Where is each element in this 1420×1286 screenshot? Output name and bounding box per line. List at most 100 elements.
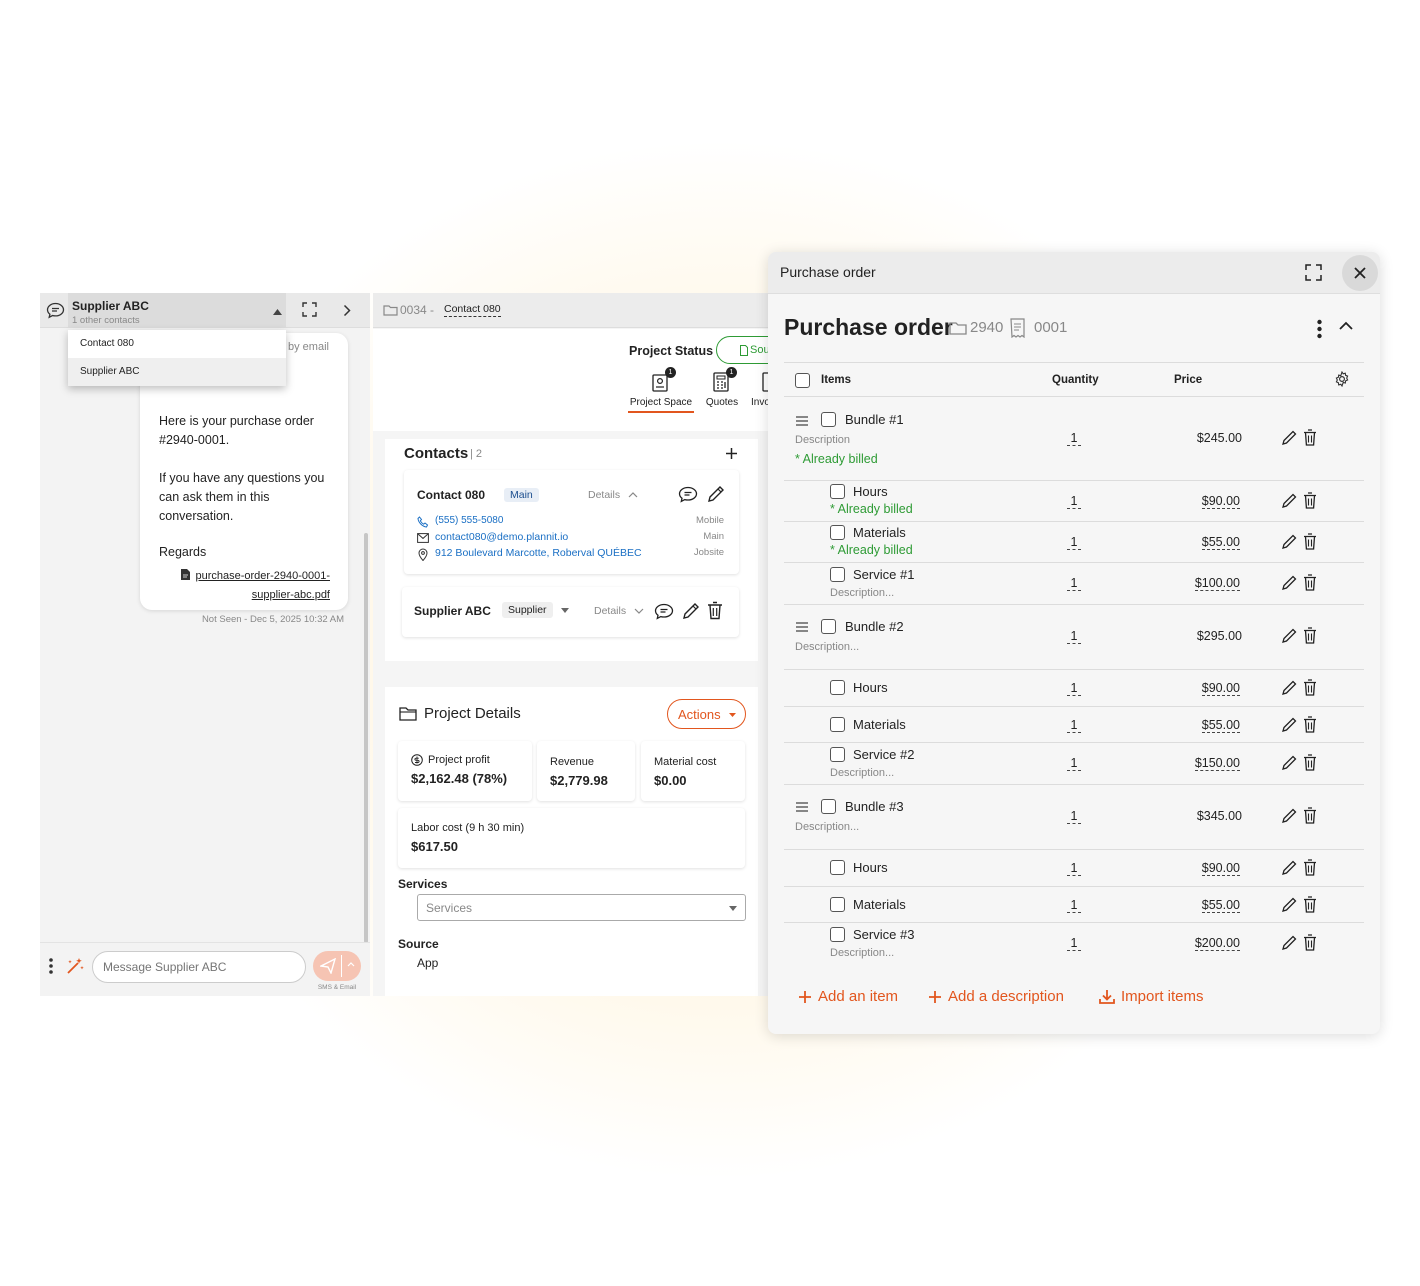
trash-icon[interactable] [1303,807,1317,824]
item-quantity[interactable]: 1 [1067,576,1081,591]
row-checkbox[interactable] [821,412,836,427]
chat-icon[interactable] [654,603,674,620]
item-name[interactable]: Bundle #1 [845,412,904,427]
item-quantity[interactable]: 1 [1067,718,1081,733]
row-checkbox[interactable] [830,680,845,695]
item-name[interactable]: Service #3 [853,927,914,942]
item-price[interactable]: $90.00 [1160,861,1240,876]
chat-scrollbar[interactable] [364,533,368,943]
nav-quotes[interactable]: 1 Quotes [701,367,743,413]
item-price[interactable]: $150.00 [1160,756,1240,771]
item-quantity[interactable]: 1 [1067,494,1081,509]
contact-details-toggle[interactable]: Details [588,489,620,501]
actions-button[interactable]: Actions [667,699,746,729]
po-project-number[interactable]: 2940 [970,319,1003,336]
trash-icon[interactable] [1303,429,1317,446]
gear-icon[interactable] [1334,371,1350,387]
item-price[interactable]: $200.00 [1160,936,1240,951]
item-quantity[interactable]: 1 [1067,861,1081,876]
item-name[interactable]: Hours [853,860,888,875]
chevron-up-icon[interactable] [1339,321,1353,330]
attachment-link[interactable]: purchase-order-2940-0001-supplier-abc.pd… [194,567,330,605]
row-checkbox[interactable] [830,717,845,732]
item-name[interactable]: Hours [853,484,888,499]
trash-icon[interactable] [1303,754,1317,771]
item-price[interactable]: $90.00 [1160,681,1240,696]
row-checkbox[interactable] [830,747,845,762]
trash-icon[interactable] [1303,574,1317,591]
chevron-right-icon[interactable] [343,304,351,317]
row-checkbox[interactable] [821,799,836,814]
edit-icon[interactable] [1281,716,1298,733]
item-name[interactable]: Materials [853,717,906,732]
magic-wand-icon[interactable] [65,956,85,976]
contact-select[interactable]: Supplier ABC 1 other contacts [68,293,286,328]
contact-phone[interactable]: (555) 555-5080 [435,515,503,526]
edit-icon[interactable] [706,484,726,504]
message-input[interactable] [92,951,306,983]
nav-project-space[interactable]: 1 Project Space [628,367,694,413]
item-description[interactable]: Description... [795,821,859,833]
expand-icon[interactable] [1305,264,1322,281]
row-checkbox[interactable] [830,525,845,540]
item-quantity[interactable]: 1 [1067,431,1081,446]
item-quantity[interactable]: 1 [1067,681,1081,696]
add-item-button[interactable]: Add an item [798,988,898,1005]
item-quantity[interactable]: 1 [1067,936,1081,951]
item-quantity[interactable]: 1 [1067,898,1081,913]
trash-icon[interactable] [1303,934,1317,951]
trash-icon[interactable] [707,601,723,620]
item-name[interactable]: Hours [853,680,888,695]
contact-option[interactable]: Contact 080 [68,330,286,358]
breadcrumb-contact[interactable]: Contact 080 [444,303,501,317]
services-select[interactable]: Services [417,894,746,921]
item-name[interactable]: Materials [853,525,906,540]
row-checkbox[interactable] [830,484,845,499]
trash-icon[interactable] [1303,492,1317,509]
item-description[interactable]: Description... [830,587,894,599]
contact-details-toggle[interactable]: Details [594,605,626,617]
add-description-button[interactable]: Add a description [928,988,1064,1005]
item-name[interactable]: Bundle #2 [845,619,904,634]
contact-address[interactable]: 912 Boulevard Marcotte, Roberval QUÉBEC [435,547,642,559]
nav-invoices[interactable]: Invo [749,367,770,413]
item-description[interactable]: Description... [830,947,894,959]
item-description[interactable]: Description [795,434,850,446]
item-quantity[interactable]: 1 [1067,535,1081,550]
project-status-button[interactable]: Sou [716,336,770,364]
edit-icon[interactable] [1281,574,1298,591]
item-quantity[interactable]: 1 [1067,629,1081,644]
drag-handle-icon[interactable] [796,416,808,426]
more-vertical-icon[interactable] [49,958,53,974]
drag-handle-icon[interactable] [796,802,808,812]
contact-email[interactable]: contact080@demo.plannit.io [435,531,568,543]
edit-icon[interactable] [1281,859,1298,876]
edit-icon[interactable] [1281,807,1298,824]
contact-option-selected[interactable]: Supplier ABC [68,358,286,386]
item-description[interactable]: Description... [830,767,894,779]
trash-icon[interactable] [1303,627,1317,644]
trash-icon[interactable] [1303,896,1317,913]
row-checkbox[interactable] [821,619,836,634]
item-price[interactable]: $55.00 [1160,535,1240,550]
edit-icon[interactable] [1281,934,1298,951]
edit-icon[interactable] [1281,754,1298,771]
edit-icon[interactable] [1281,492,1298,509]
item-price[interactable]: $55.00 [1160,898,1240,913]
trash-icon[interactable] [1303,859,1317,876]
row-checkbox[interactable] [830,860,845,875]
add-contact-icon[interactable] [725,447,738,460]
caret-down-icon[interactable] [561,608,569,613]
edit-icon[interactable] [1281,896,1298,913]
item-name[interactable]: Bundle #3 [845,799,904,814]
item-price[interactable]: $100.00 [1160,576,1240,591]
item-name[interactable]: Materials [853,897,906,912]
trash-icon[interactable] [1303,716,1317,733]
item-quantity[interactable]: 1 [1067,756,1081,771]
item-description[interactable]: Description... [795,641,859,653]
send-button[interactable] [313,951,361,981]
chat-icon[interactable] [678,486,698,503]
row-checkbox[interactable] [830,927,845,942]
close-button[interactable] [1342,255,1378,291]
row-checkbox[interactable] [830,567,845,582]
